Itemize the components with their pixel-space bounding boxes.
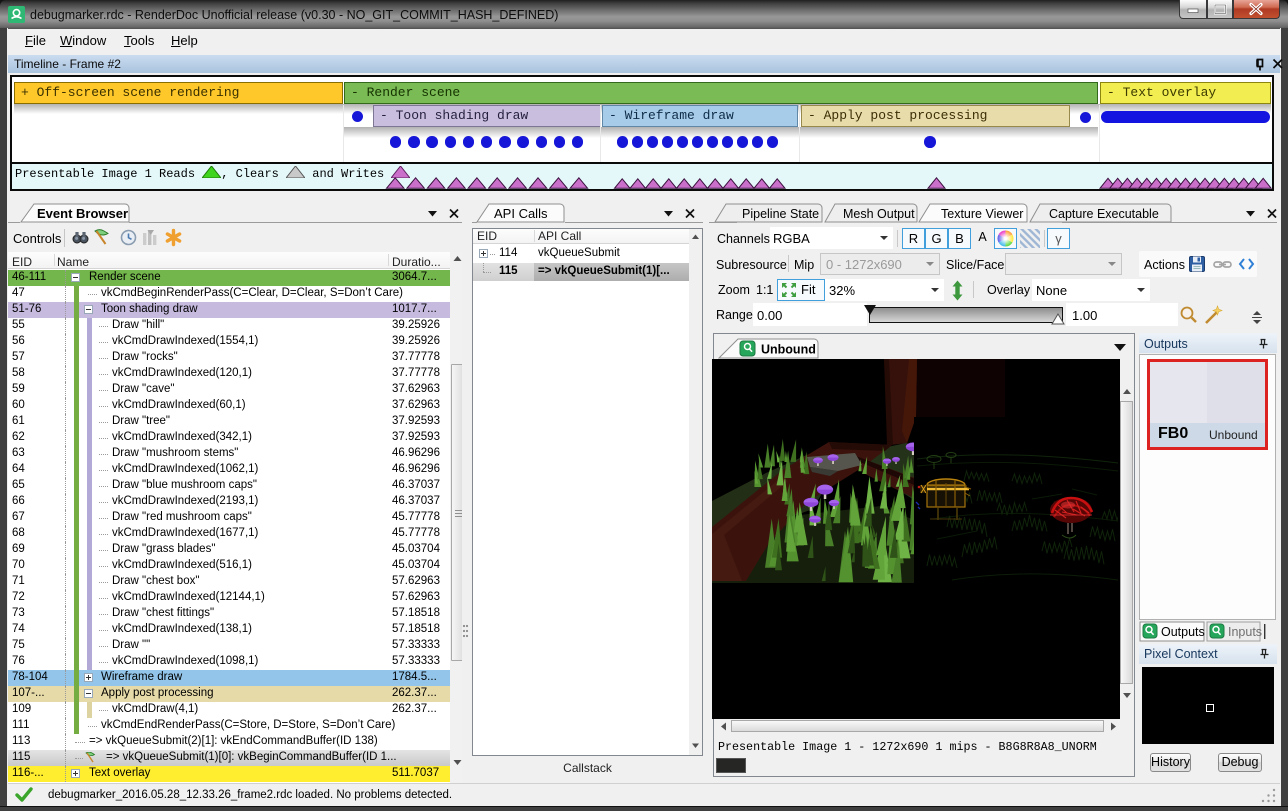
svg-text:API Calls: API Calls [494,206,548,221]
svg-text:Event Browser: Event Browser [37,206,128,221]
svg-text:Texture Viewer: Texture Viewer [941,207,1023,221]
svg-text:Unbound: Unbound [761,343,816,357]
svg-text:Mesh Output: Mesh Output [843,207,915,221]
svg-text:Inputs: Inputs [1228,625,1262,639]
svg-text:Pipeline State: Pipeline State [742,207,819,221]
svg-text:Outputs: Outputs [1161,625,1205,639]
svg-text:Capture Executable: Capture Executable [1049,207,1159,221]
